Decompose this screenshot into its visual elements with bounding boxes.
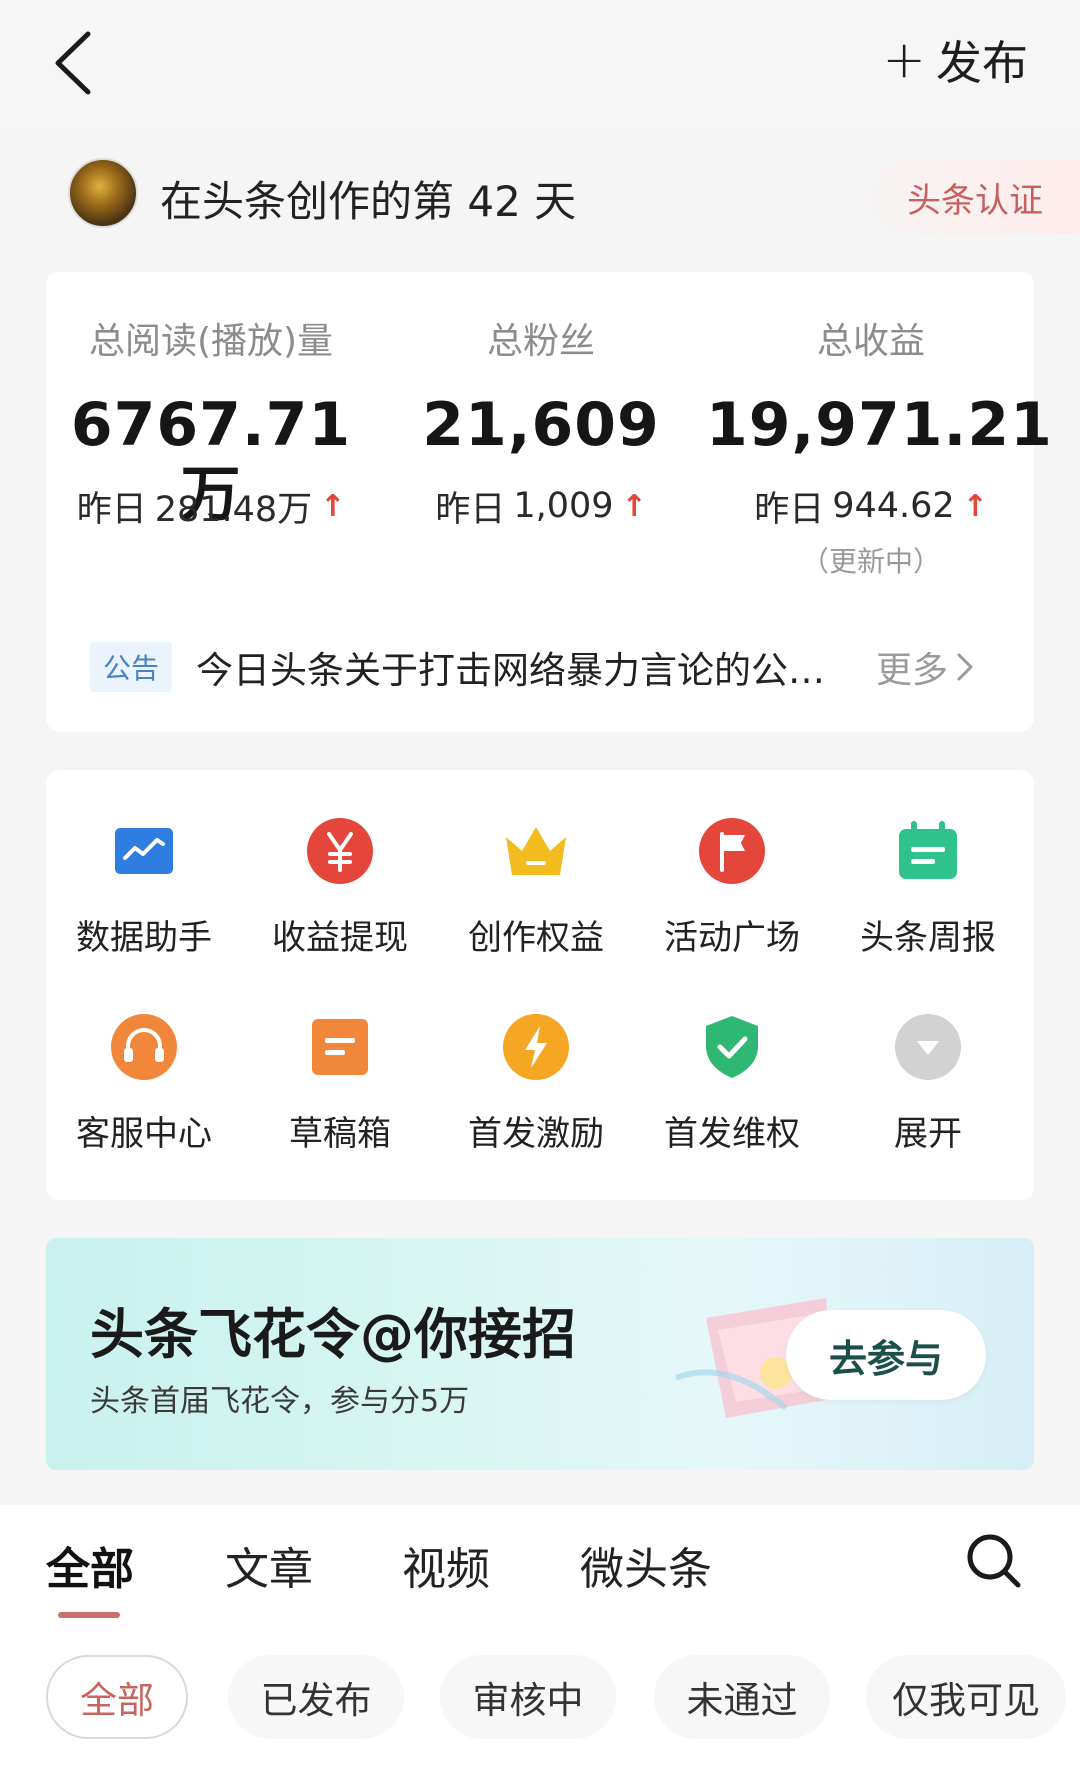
stat-label: 总收益 [816, 321, 925, 362]
filter-reviewing[interactable]: 审核中 [440, 1655, 616, 1739]
search-button[interactable] [962, 1529, 1026, 1593]
plus-icon: + [882, 30, 926, 90]
draft-icon [305, 1012, 375, 1082]
stats-card: 总阅读(播放)量 6767.71万 昨日 281.48万 ↑ 总粉丝 21,60… [46, 272, 1053, 732]
publish-label: 发布 [936, 36, 1028, 90]
tool-expand[interactable]: 展开 [830, 1012, 1026, 1182]
tool-weekly-report[interactable]: 头条周报 [830, 816, 1026, 986]
tool-label: 草稿箱 [289, 1114, 391, 1154]
tab-micro-posts[interactable]: 微头条 [580, 1533, 712, 1597]
stat-value: 21,609 [422, 390, 660, 460]
back-button[interactable] [48, 28, 108, 98]
content-tabs-area: 全部 文章 视频 微头条 全部 已发布 审核中 未通过 仅我可见 [0, 1505, 1080, 1773]
tool-label: 头条周报 [860, 918, 996, 958]
lightning-icon [501, 1012, 571, 1082]
tool-label: 客服中心 [76, 1114, 212, 1154]
profile-row: 在头条创作的第 42 天 头条认证 [0, 140, 1080, 250]
delta-value: 1,009 [513, 486, 614, 526]
delta-prefix: 昨日 [76, 489, 147, 530]
active-tab-indicator [58, 1612, 120, 1618]
flag-icon [697, 816, 767, 886]
calendar-icon [893, 816, 963, 886]
stat-label: 总阅读(播放)量 [88, 321, 334, 362]
tool-label: 数据助手 [76, 918, 212, 958]
more-label: 更多 [876, 650, 949, 691]
tool-customer-service[interactable]: 客服中心 [46, 1012, 242, 1182]
tool-activity-plaza[interactable]: 活动广场 [634, 816, 830, 986]
stat-value: 19,971.21 [706, 390, 1053, 460]
tool-drafts[interactable]: 草稿箱 [242, 1012, 438, 1182]
delta-prefix: 昨日 [435, 489, 506, 530]
stat-delta: 昨日 281.48万 ↑ [46, 482, 376, 530]
notice-row: 公告 今日头条关于打击网络暴力言论的公… 更多 [90, 632, 990, 702]
search-icon [967, 1534, 1021, 1588]
expand-icon [893, 1012, 963, 1082]
stat-label: 总粉丝 [486, 321, 595, 362]
tool-first-release-rights[interactable]: 首发维权 [634, 1012, 830, 1182]
stat-total-income[interactable]: 总收益 19,971.21 昨日 944.62 ↑ （更新中） [706, 312, 1053, 580]
tool-first-release-incentive[interactable]: 首发激励 [438, 1012, 634, 1182]
arrow-up-icon: ↑ [320, 488, 346, 524]
shield-icon [697, 1012, 767, 1082]
tool-label: 创作权益 [468, 918, 604, 958]
notice-tag: 公告 [90, 642, 172, 692]
cert-badge[interactable]: 头条认证 [870, 160, 1080, 234]
tool-label: 展开 [894, 1114, 962, 1154]
yuan-icon [305, 816, 375, 886]
banner-title: 头条飞花令@你接招 [90, 1303, 576, 1366]
chart-icon [109, 816, 179, 886]
notice-more-link[interactable]: 更多 [876, 641, 976, 693]
publish-button[interactable]: + 发布 [882, 28, 1028, 92]
stat-total-fans[interactable]: 总粉丝 21,609 昨日 1,009 ↑ [376, 312, 706, 530]
delta-value: 944.62 [832, 486, 955, 526]
arrow-up-icon: ↑ [621, 488, 647, 524]
tab-articles[interactable]: 文章 [225, 1533, 313, 1597]
tab-videos[interactable]: 视频 [402, 1533, 490, 1597]
tool-data-assistant[interactable]: 数据助手 [46, 816, 242, 986]
filter-private[interactable]: 仅我可见 [866, 1655, 1066, 1739]
stat-total-reads[interactable]: 总阅读(播放)量 6767.71万 昨日 281.48万 ↑ [46, 312, 376, 530]
chevron-right-icon [957, 653, 973, 681]
filter-published[interactable]: 已发布 [228, 1655, 404, 1739]
tool-label: 首发激励 [468, 1114, 604, 1154]
crown-icon [501, 816, 571, 886]
arrow-up-icon: ↑ [962, 488, 988, 524]
chevron-left-icon [55, 31, 91, 95]
headset-icon [109, 1012, 179, 1082]
avatar[interactable] [68, 158, 138, 228]
creation-days-text: 在头条创作的第 42 天 [160, 177, 577, 226]
tool-creator-rights[interactable]: 创作权益 [438, 816, 634, 986]
banner-subtitle: 头条首届飞花令，参与分5万 [90, 1384, 470, 1419]
tab-all[interactable]: 全部 [46, 1533, 134, 1597]
notice-text[interactable]: 今日头条关于打击网络暴力言论的公… [196, 640, 836, 694]
stat-value: 6767.71万 [70, 390, 352, 530]
top-bar: + 发布 [0, 0, 1080, 130]
stat-delta: 昨日 1,009 ↑ [376, 482, 706, 530]
promo-banner[interactable]: 头条飞花令@你接招 头条首届飞花令，参与分5万 去参与 [46, 1238, 1034, 1470]
tool-label: 首发维权 [664, 1114, 800, 1154]
delta-value: 281.48万 [154, 489, 313, 530]
join-button[interactable]: 去参与 [786, 1310, 986, 1400]
delta-prefix: 昨日 [754, 489, 825, 530]
stat-note: （更新中） [800, 545, 941, 578]
filter-all[interactable]: 全部 [46, 1655, 188, 1739]
tool-label: 收益提现 [272, 918, 408, 958]
tool-label: 活动广场 [664, 918, 800, 958]
filter-rejected[interactable]: 未通过 [654, 1655, 830, 1739]
tools-card: 数据助手 收益提现 创作权益 活动广场 头条周报 客服中心 草稿箱 首发激励 首… [46, 770, 1034, 1200]
tool-income-withdraw[interactable]: 收益提现 [242, 816, 438, 986]
stat-delta: 昨日 944.62 ↑ [706, 482, 1036, 530]
